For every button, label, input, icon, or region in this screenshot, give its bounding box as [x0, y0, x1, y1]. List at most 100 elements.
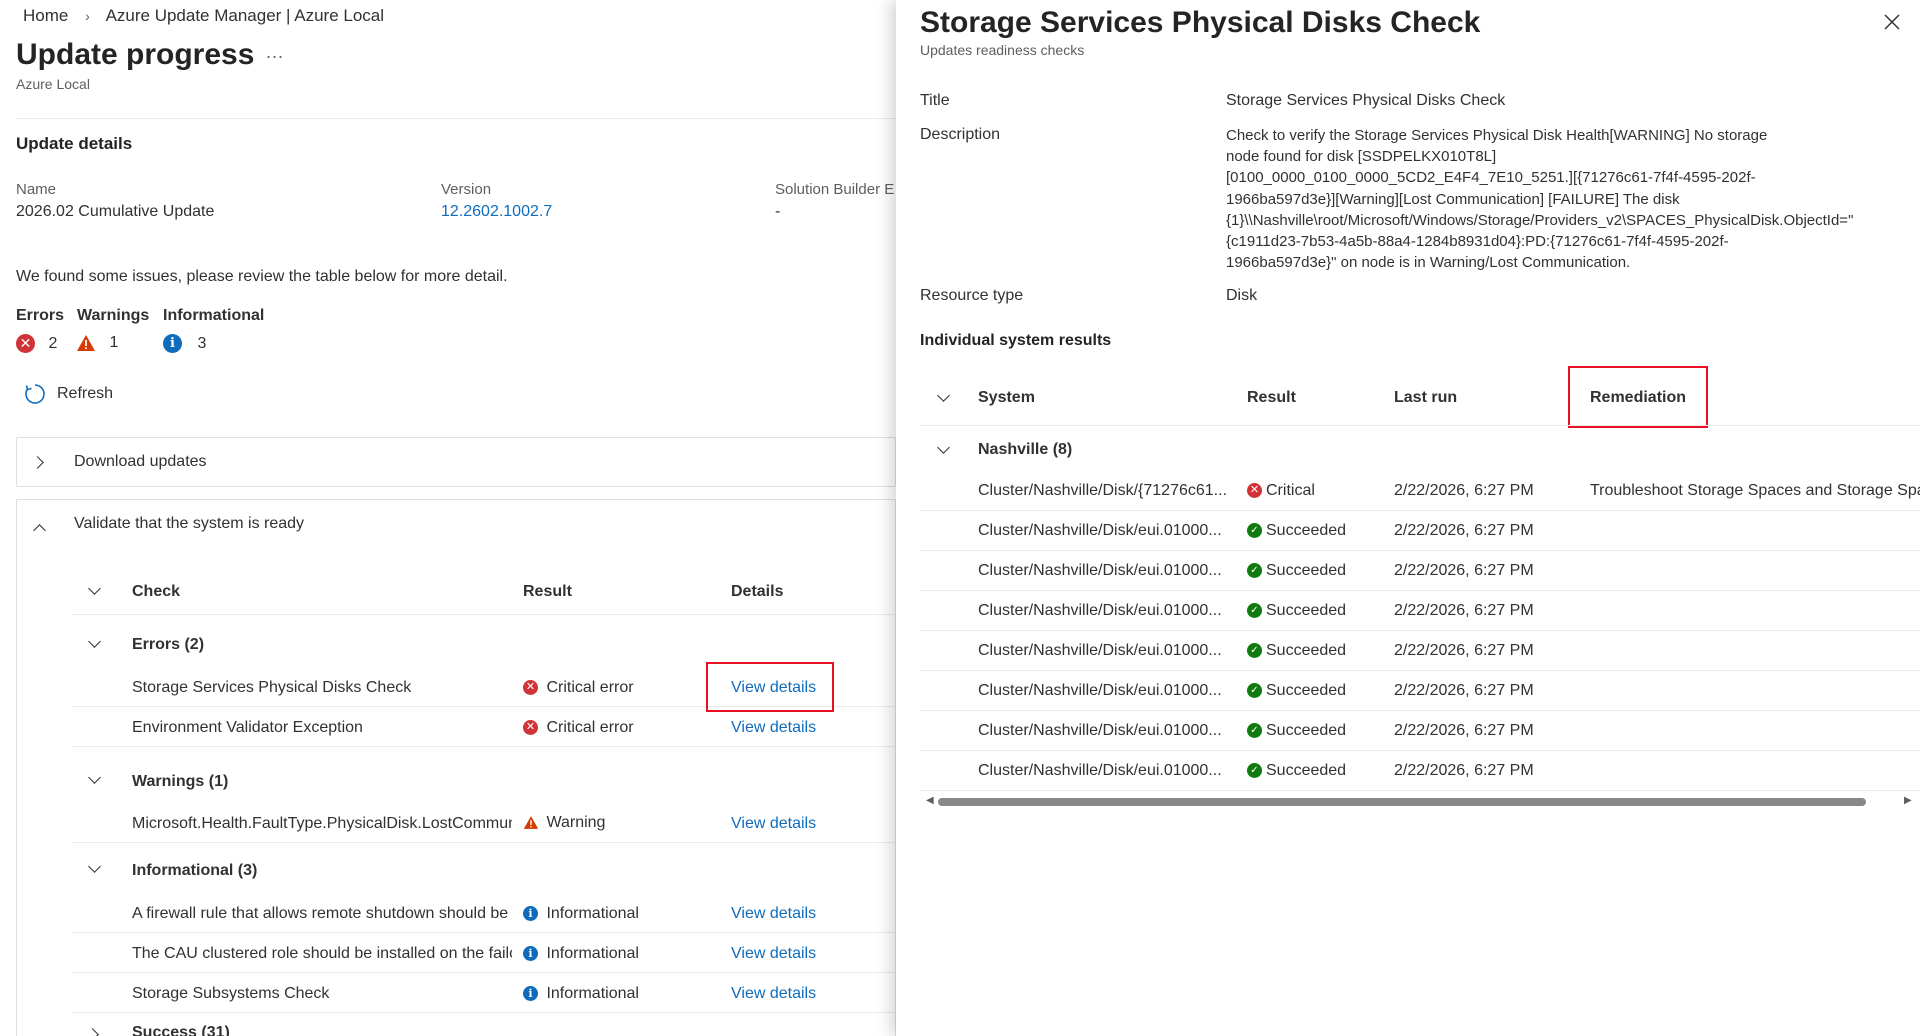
description-line: 1966ba597d3e}][Warning][Lost Communicati…	[1226, 190, 1680, 208]
table-row[interactable]: A firewall rule that allows remote shutd…	[72, 892, 896, 932]
breadcrumb-home[interactable]: Home	[23, 6, 68, 25]
view-details-link[interactable]: View details	[731, 815, 816, 833]
result-cell: ✓ Succeeded	[1247, 642, 1346, 660]
more-options-button[interactable]: ...	[266, 42, 284, 63]
close-icon	[1884, 14, 1900, 30]
results-row[interactable]: Cluster/Nashville/Disk/eui.01000... ✓ Succ…	[920, 630, 1920, 670]
column-header-result[interactable]: Result	[1247, 389, 1296, 407]
view-details-link[interactable]: View details	[731, 985, 816, 1003]
column-header-last-run[interactable]: Last run	[1394, 389, 1457, 407]
result-text: Critical	[1266, 482, 1315, 499]
description-value: Check to verify the Storage Services Phy…	[1226, 125, 1916, 273]
result-cell: ✕ Critical error	[523, 719, 634, 737]
refresh-button[interactable]: Refresh	[24, 383, 113, 405]
result-cell: ✓ Succeeded	[1247, 562, 1346, 580]
column-header-details[interactable]: Details	[731, 583, 783, 601]
check-name: Environment Validator Exception	[132, 719, 363, 736]
table-row[interactable]: Environment Validator Exception ✕ Critic…	[72, 706, 896, 746]
column-header-result[interactable]: Result	[523, 583, 572, 601]
panel-subtitle: Updates readiness checks	[920, 42, 1085, 58]
check-name: A firewall rule that allows remote shutd…	[132, 905, 509, 922]
column-header-check[interactable]: Check	[132, 583, 180, 601]
sbe-label: Solution Builder E	[775, 181, 895, 198]
results-row[interactable]: Cluster/Nashville/Disk/eui.01000... ✓ Succ…	[920, 670, 1920, 710]
results-row[interactable]: Cluster/Nashville/Disk/eui.01000... ✓ Succ…	[920, 550, 1920, 590]
result-text: Succeeded	[1266, 762, 1347, 779]
table-row[interactable]: The CAU clustered role should be install…	[72, 932, 896, 972]
warnings-group-label: Warnings (1)	[132, 773, 229, 790]
scrollbar-thumb[interactable]	[938, 798, 1866, 806]
version-value-link[interactable]: 12.2602.1002.7	[441, 203, 552, 221]
horizontal-scrollbar[interactable]: ◀ ▶	[926, 795, 1920, 809]
success-group-label: Success (31)	[132, 1024, 230, 1036]
breadcrumb-current[interactable]: Azure Update Manager | Azure Local	[106, 6, 384, 25]
info-summary: i 3	[163, 334, 206, 353]
download-updates-step[interactable]: Download updates	[16, 437, 896, 487]
result-cell: Warning	[523, 814, 605, 832]
result-cell: i Informational	[523, 985, 639, 1003]
title-value: Storage Services Physical Disks Check	[1226, 92, 1506, 109]
last-run-cell: 2/22/2026, 6:27 PM	[1394, 722, 1534, 739]
description-line: 1966ba597d3e}" on node is in Warning/Los…	[1226, 254, 1631, 272]
info-label: Informational	[163, 307, 265, 324]
view-details-link[interactable]: View details	[731, 945, 816, 963]
system-cell: Cluster/Nashville/Disk/eui.01000...	[978, 562, 1222, 579]
view-details-link[interactable]: View details	[731, 905, 816, 923]
results-row[interactable]: Cluster/Nashville/Disk/eui.01000... ✓ Succ…	[920, 750, 1920, 790]
divider	[16, 118, 896, 119]
success-check-icon: ✓	[1247, 563, 1262, 579]
warning-icon	[77, 335, 95, 351]
header-divider	[920, 425, 1920, 426]
check-name: The CAU clustered role should be install…	[132, 945, 512, 962]
description-line: {1}\\Nashville\root/Microsoft/Windows/St…	[1226, 211, 1854, 229]
close-button[interactable]	[1880, 10, 1904, 34]
header-divider	[72, 614, 896, 615]
column-header-system[interactable]: System	[978, 389, 1035, 407]
success-check-icon: ✓	[1247, 723, 1262, 739]
scroll-right-icon[interactable]: ▶	[1904, 795, 1912, 806]
table-row[interactable]: Storage Subsystems Check i Informational…	[72, 972, 896, 1012]
warnings-summary: 1	[76, 334, 118, 352]
validate-step-label: Validate that the system is ready	[74, 515, 305, 532]
view-details-link[interactable]: View details	[731, 719, 816, 737]
refresh-label: Refresh	[57, 385, 114, 402]
chevron-up-icon[interactable]	[33, 524, 46, 537]
results-row[interactable]: Cluster/Nashville/Disk/eui.01000... ✓ Succ…	[920, 710, 1920, 750]
highlight-box	[706, 662, 834, 712]
last-run-cell: 2/22/2026, 6:27 PM	[1394, 642, 1534, 659]
success-check-icon: ✓	[1247, 603, 1262, 619]
result-text: Succeeded	[1266, 602, 1347, 619]
results-row[interactable]: Cluster/Nashville/Disk/{71276c61... ✕ Crit…	[920, 470, 1920, 510]
details-panel: Storage Services Physical Disks Check Up…	[896, 0, 1920, 1036]
collapse-all-chevron-icon[interactable]	[937, 389, 950, 402]
result-cell: i Informational	[523, 945, 639, 963]
row-divider	[72, 842, 896, 843]
name-label: Name	[16, 181, 57, 198]
system-cell: Cluster/Nashville/Disk/eui.01000...	[978, 682, 1222, 699]
page-subtitle: Azure Local	[16, 76, 90, 92]
scroll-left-icon[interactable]: ◀	[926, 795, 934, 806]
system-cell: Cluster/Nashville/Disk/eui.01000...	[978, 602, 1222, 619]
result-cell: ✓ Succeeded	[1247, 682, 1346, 700]
result-cell: ✓ Succeeded	[1247, 722, 1346, 740]
title-label: Title	[920, 92, 950, 109]
check-name: Storage Subsystems Check	[132, 985, 330, 1002]
info-icon: i	[523, 906, 538, 922]
success-check-icon: ✓	[1247, 643, 1262, 659]
group-chevron-icon[interactable]	[937, 441, 950, 454]
success-check-icon: ✓	[1247, 763, 1262, 779]
check-name: Storage Services Physical Disks Check	[132, 679, 412, 696]
results-row[interactable]: Cluster/Nashville/Disk/eui.01000... ✓ Succ…	[920, 590, 1920, 630]
results-heading: Individual system results	[920, 332, 1112, 349]
name-value: 2026.02 Cumulative Update	[16, 203, 215, 220]
last-run-cell: 2/22/2026, 6:27 PM	[1394, 762, 1534, 779]
result-cell: i Informational	[523, 905, 639, 923]
page-title: Update progress	[16, 38, 255, 71]
table-row[interactable]: Microsoft.Health.FaultType.PhysicalDisk.…	[72, 802, 896, 842]
description-line: {c1911d23-7b53-4a5b-88a4-1284b8931d04}:P…	[1226, 233, 1729, 251]
warnings-count: 1	[109, 334, 119, 352]
system-cell: Cluster/Nashville/Disk/eui.01000...	[978, 722, 1222, 739]
last-run-cell: 2/22/2026, 6:27 PM	[1394, 482, 1534, 499]
errors-group-label: Errors (2)	[132, 636, 205, 653]
results-row[interactable]: Cluster/Nashville/Disk/eui.01000... ✓ Succ…	[920, 510, 1920, 550]
